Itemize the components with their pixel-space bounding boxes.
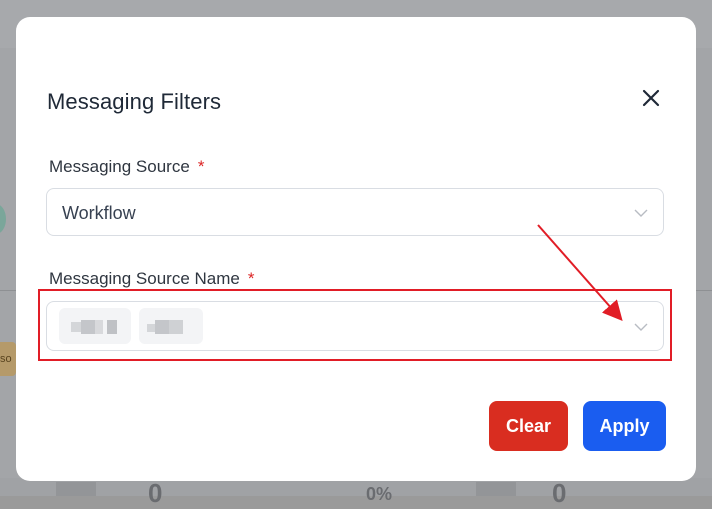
chevron-down-icon	[634, 323, 648, 331]
apply-button[interactable]: Apply	[583, 401, 666, 451]
messaging-filters-modal: Messaging Filters Messaging Source * Work…	[16, 17, 696, 481]
close-icon	[642, 89, 660, 107]
close-button[interactable]	[636, 83, 666, 113]
messaging-source-select[interactable]: Workflow	[46, 188, 664, 236]
background-cell	[476, 482, 516, 496]
messaging-source-name-select[interactable]	[46, 301, 664, 351]
background-cell	[56, 482, 96, 496]
background-chip: so	[0, 342, 16, 376]
selected-tag[interactable]	[59, 308, 131, 344]
background-metric: 0%	[366, 484, 393, 504]
modal-title: Messaging Filters	[47, 89, 222, 114]
required-mark: *	[247, 269, 255, 288]
chevron-down-icon	[634, 209, 648, 217]
required-mark: *	[197, 157, 205, 176]
messaging-source-name-label: Messaging Source Name *	[49, 269, 255, 288]
selected-tag[interactable]	[139, 308, 203, 344]
background-metric: 0	[552, 478, 567, 508]
messaging-source-label: Messaging Source *	[49, 157, 205, 176]
background-avatar	[0, 204, 6, 234]
messaging-source-value: Workflow	[62, 203, 136, 223]
background-metric: 0	[148, 478, 163, 508]
clear-button[interactable]: Clear	[489, 401, 568, 451]
